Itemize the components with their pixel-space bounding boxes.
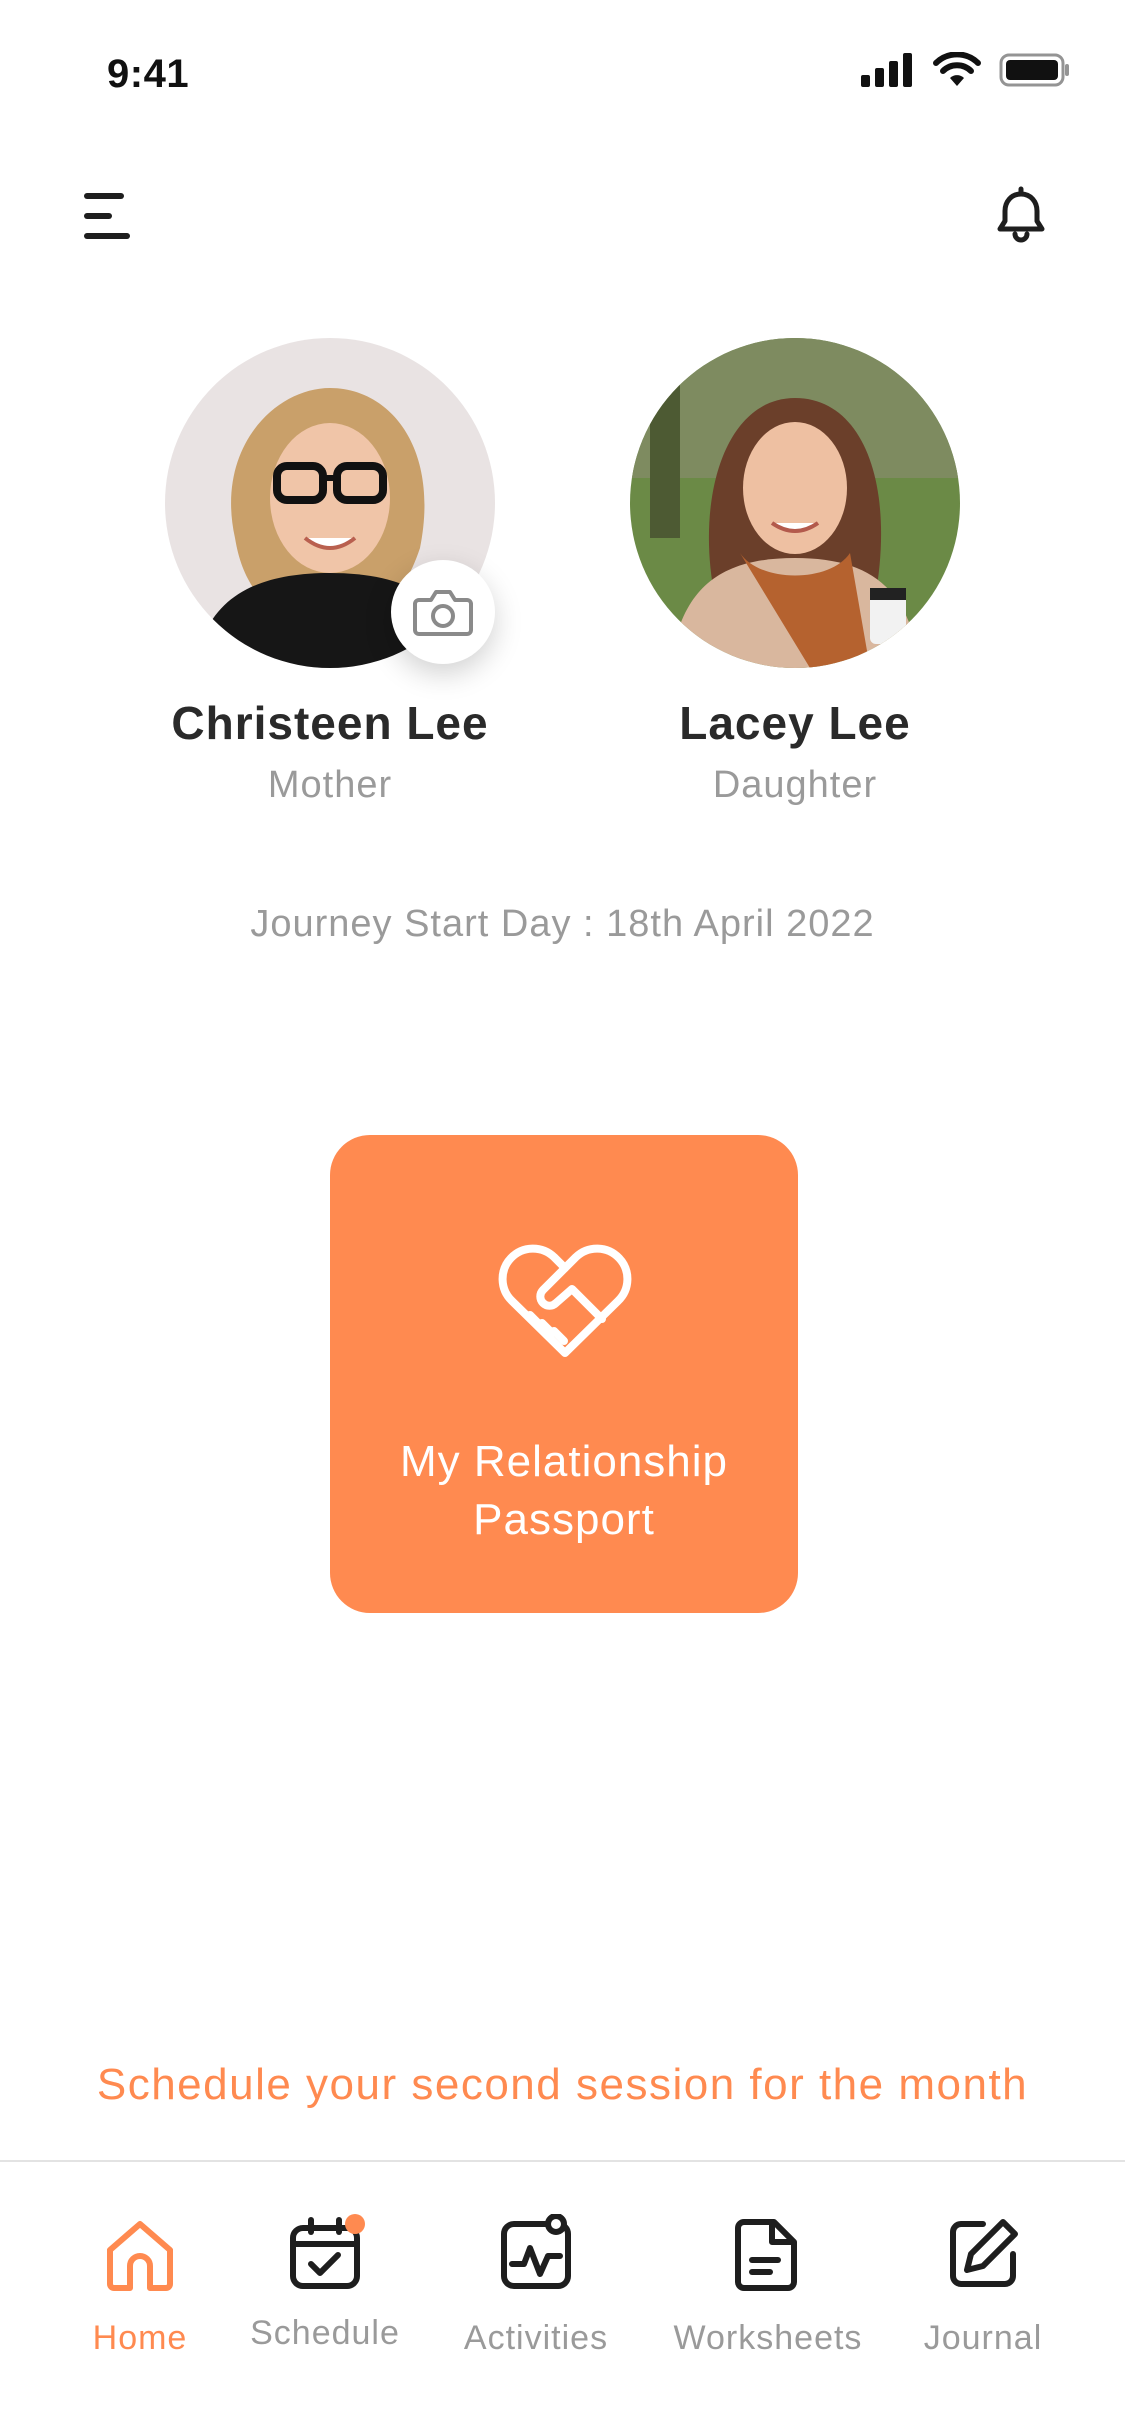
profile-daughter: Lacey Lee Daughter — [625, 338, 965, 807]
activity-chart-icon — [501, 2213, 571, 2289]
calendar-check-icon — [285, 2214, 365, 2294]
status-time: 9:41 — [107, 52, 190, 96]
change-photo-button[interactable] — [391, 560, 495, 664]
edit-note-icon — [950, 2219, 1018, 2287]
menu-line — [84, 193, 124, 199]
document-icon — [735, 2219, 797, 2291]
journey-start-date: Journey Start Day : 18th April 2022 — [250, 903, 875, 945]
nav-label: Worksheets — [673, 2319, 863, 2357]
camera-icon — [413, 590, 473, 636]
relationship-passport-button[interactable]: My Relationship Passport — [330, 1135, 798, 1613]
nav-label: Schedule — [250, 2314, 400, 2352]
status-icons — [861, 52, 1071, 88]
profile-name: Christeen Lee — [171, 697, 489, 749]
battery-icon — [999, 53, 1069, 87]
nav-journal[interactable]: Journal — [873, 2214, 1093, 2358]
home-icon — [107, 2221, 173, 2291]
avatar-daughter[interactable] — [630, 338, 960, 668]
nav-worksheets[interactable]: Worksheets — [658, 2214, 878, 2358]
bottom-navigation: Home Schedule Activities Worksheets Jour… — [0, 2160, 1125, 2436]
nav-label: Journal — [923, 2319, 1043, 2357]
notification-dot — [345, 2214, 365, 2234]
menu-button[interactable] — [84, 190, 136, 242]
avatar-mother[interactable] — [165, 338, 495, 668]
wifi-icon — [933, 52, 981, 86]
notification-bell-icon[interactable] — [991, 186, 1051, 246]
nav-schedule[interactable]: Schedule — [215, 2214, 435, 2353]
menu-line — [84, 233, 130, 239]
nav-label: Activities — [463, 2319, 609, 2357]
passport-label: My Relationship Passport — [399, 1437, 729, 1544]
nav-activities[interactable]: Activities — [426, 2213, 646, 2358]
profile-role: Daughter — [712, 764, 878, 806]
schedule-reminder-link[interactable]: Schedule your second session for the mon… — [0, 2060, 1125, 2110]
profile-mother: Christeen Lee Mother — [160, 338, 500, 807]
profile-role: Mother — [267, 764, 393, 806]
menu-line — [84, 213, 112, 219]
profile-name: Lacey Lee — [679, 697, 911, 749]
portrait-image — [630, 338, 960, 668]
heart-handshake-icon — [498, 1244, 632, 1357]
signal-icon — [861, 53, 912, 87]
